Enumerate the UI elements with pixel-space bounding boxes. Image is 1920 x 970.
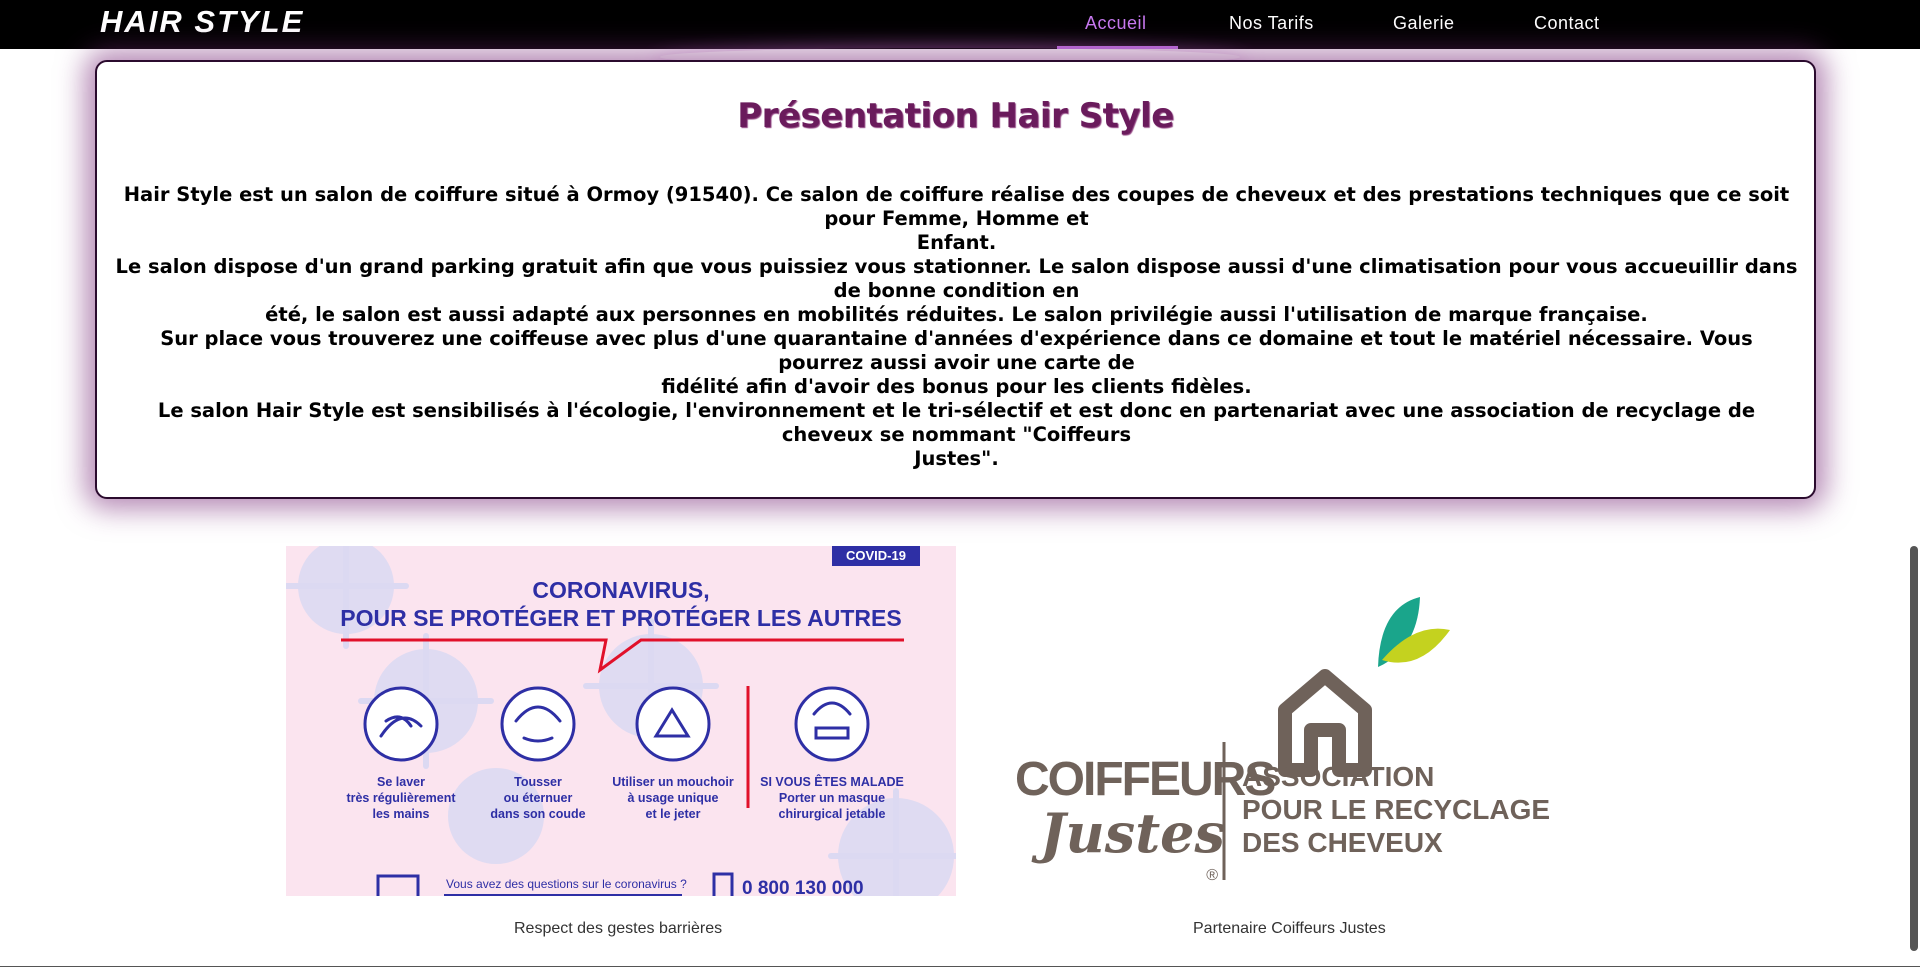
brand-logo[interactable]: HAIR STYLE <box>100 4 304 40</box>
gesture-2-line3: dans son coude <box>490 807 585 821</box>
paragraph-line: Sur place vous trouverez une coiffeuse a… <box>160 327 1753 374</box>
nav-nos-tarifs[interactable]: Nos Tarifs <box>1229 13 1314 34</box>
logo-word-coiffeurs: COIFFEURS <box>1015 753 1275 806</box>
presentation-title: Présentation Hair Style <box>737 96 1174 136</box>
presentation-card: Présentation Hair Style Hair Style est u… <box>95 60 1816 499</box>
gesture-3-line3: et le jeter <box>646 807 701 821</box>
gesture-4-line3: chirurgical jetable <box>779 807 886 821</box>
page-divider <box>0 966 1920 967</box>
presentation-paragraph: Sur place vous trouverez une coiffeuse a… <box>115 327 1798 399</box>
logo-registered: ® <box>1206 867 1218 884</box>
nav-galerie[interactable]: Galerie <box>1393 13 1455 34</box>
caption-partner: Partenaire Coiffeurs Justes <box>1193 920 1386 937</box>
covid-question: Vous avez des questions sur le coronavir… <box>446 877 687 891</box>
gesture-3-line2: à usage unique <box>628 791 719 805</box>
covid-phone: 0 800 130 000 <box>742 878 864 896</box>
paragraph-line: Le salon Hair Style est sensibilisés à l… <box>157 399 1756 446</box>
paragraph-line: Justes". <box>914 447 999 470</box>
paragraph-line: Le salon dispose d'un grand parking grat… <box>115 255 1798 302</box>
paragraph-line: Hair Style est un salon de coiffure situ… <box>123 183 1790 230</box>
paragraph-line: été, le salon est aussi adapté aux perso… <box>265 303 1648 326</box>
nav-contact[interactable]: Contact <box>1534 13 1600 34</box>
presentation-paragraph: Hair Style est un salon de coiffure situ… <box>115 183 1798 255</box>
gesture-3-line1: Utiliser un mouchoir <box>612 775 734 789</box>
covid-tag: COVID-19 <box>846 548 906 563</box>
gesture-4-line1: SI VOUS ÊTES MALADE <box>760 774 904 789</box>
logo-assoc-line1: ASSOCIATION <box>1242 761 1434 792</box>
scrollbar-thumb[interactable] <box>1910 546 1918 951</box>
logo-assoc-line3: DES CHEVEUX <box>1242 827 1443 858</box>
covid-title-line2: POUR SE PROTÉGER ET PROTÉGER LES AUTRES <box>340 604 901 631</box>
paragraph-line: fidélité afin d'avoir des bonus pour les… <box>661 375 1252 398</box>
presentation-paragraph: Le salon dispose d'un grand parking grat… <box>115 255 1798 327</box>
paragraph-line: Enfant. <box>916 231 997 254</box>
covid-poster-image: COVID-19 CORONAVIRUS, POUR SE PROTÉGER E… <box>286 546 956 896</box>
coiffeurs-justes-logo: COIFFEURS Justes ® ASSOCIATION POUR LE R… <box>1010 590 1550 890</box>
gesture-1-line1: Se laver <box>377 775 425 789</box>
covid-title-line1: CORONAVIRUS, <box>532 577 709 603</box>
logo-assoc-line2: POUR LE RECYCLAGE <box>1242 794 1550 825</box>
gesture-1-line2: très régulièrement <box>346 791 456 805</box>
navbar: HAIR STYLE Accueil Nos Tarifs Galerie Co… <box>0 0 1920 49</box>
scrollbar[interactable] <box>1906 49 1920 970</box>
gesture-4-line2: Porter un masque <box>779 791 885 805</box>
caption-covid: Respect des gestes barrières <box>514 920 723 937</box>
gesture-2-line1: Tousser <box>514 775 562 789</box>
gesture-1-line3: les mains <box>373 807 430 821</box>
presentation-paragraph: Le salon Hair Style est sensibilisés à l… <box>115 399 1798 471</box>
gesture-2-line2: ou éternuer <box>504 791 573 805</box>
nav-accueil[interactable]: Accueil <box>1085 13 1147 34</box>
logo-word-justes: Justes <box>1031 801 1225 865</box>
